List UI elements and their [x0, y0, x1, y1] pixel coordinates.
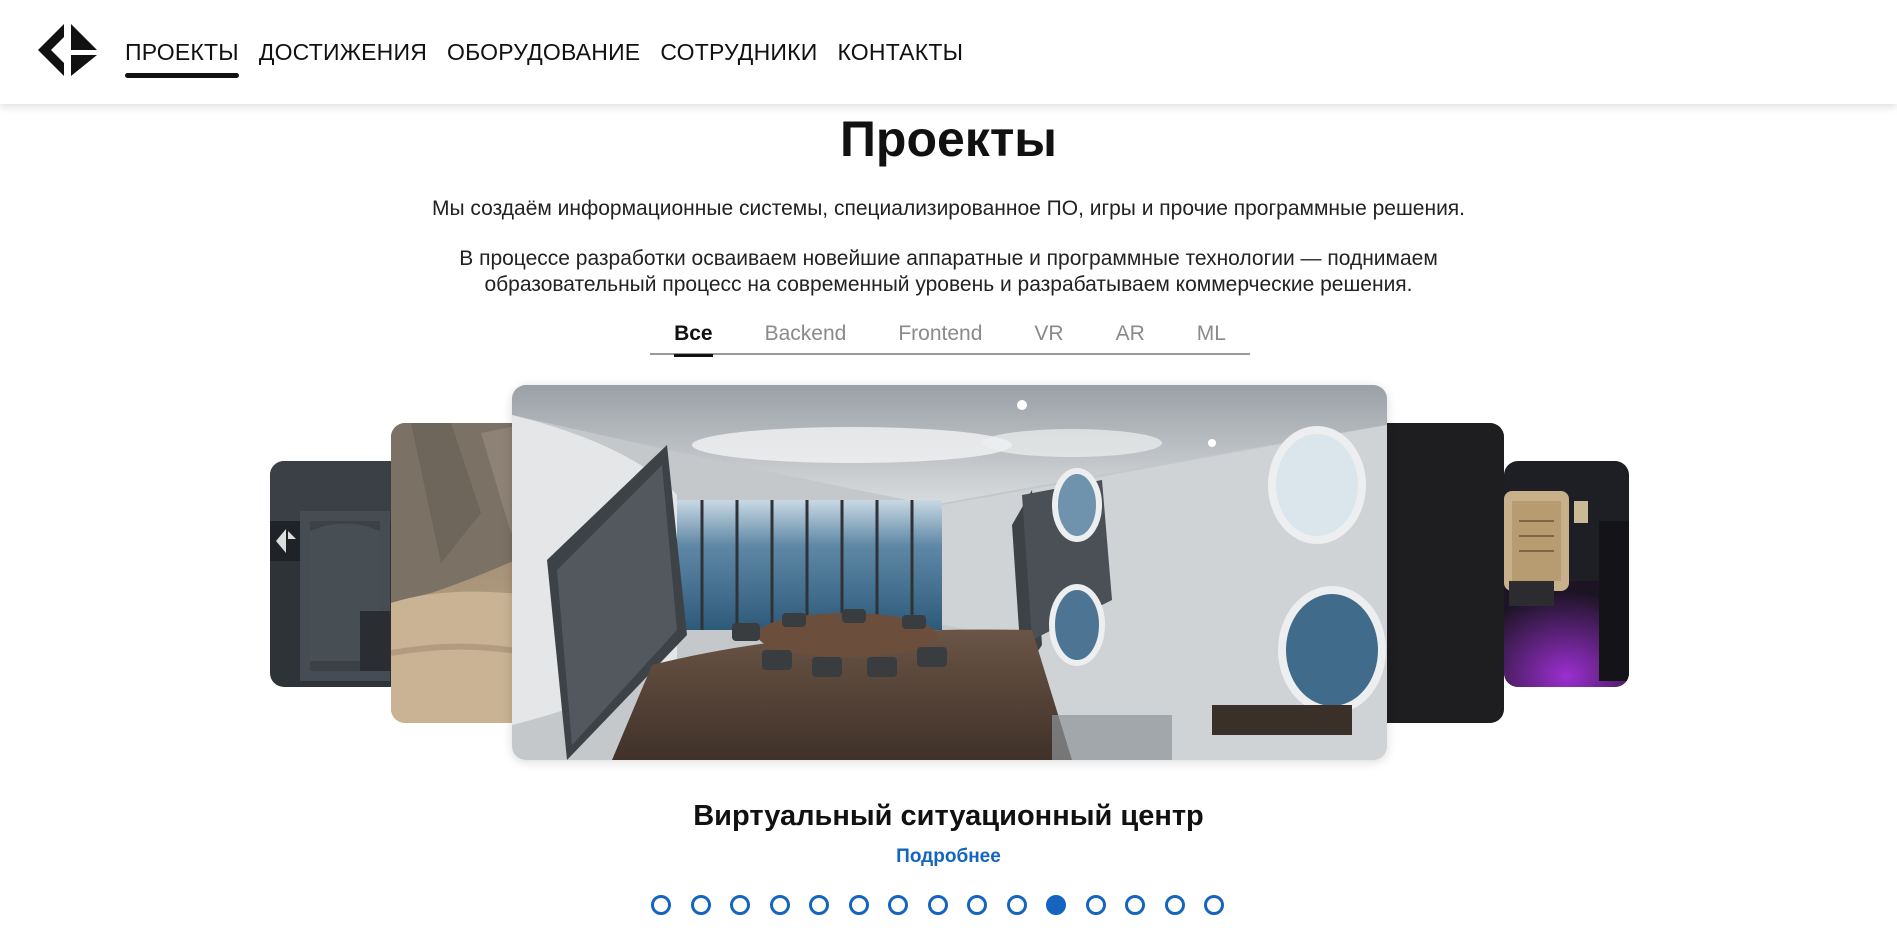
nav-item-contacts[interactable]: КОНТАКТЫ [837, 0, 963, 104]
main-nav: ПРОЕКТЫ ДОСТИЖЕНИЯ ОБОРУДОВАНИЕ СОТРУДНИ… [125, 0, 983, 104]
carousel-dot[interactable] [730, 895, 750, 915]
carousel-dot[interactable] [769, 895, 790, 915]
logo-icon[interactable] [38, 20, 100, 80]
filter-tab-ar[interactable]: AR [1116, 318, 1145, 355]
nav-item-equipment[interactable]: ОБОРУДОВАНИЕ [447, 0, 640, 104]
carousel-pagination [651, 895, 1244, 915]
carousel-dot[interactable] [967, 895, 987, 915]
carousel-slide-next-2[interactable] [1504, 461, 1629, 687]
filter-tab-all[interactable]: Все [674, 318, 713, 357]
carousel-dot[interactable] [809, 895, 829, 915]
intro-paragraph-2: В процессе разработки осваиваем новейшие… [0, 246, 1897, 298]
carousel-dot[interactable] [1125, 895, 1145, 915]
carousel-dot[interactable] [651, 895, 671, 915]
intro-paragraph: Мы создаём информационные системы, специ… [432, 197, 1465, 220]
carousel-dot[interactable] [1046, 895, 1066, 915]
more-details-link[interactable]: Подробнее [0, 846, 1897, 868]
carousel-slide-current[interactable] [512, 385, 1387, 760]
category-filter-tabs: Все Backend Frontend VR AR ML [650, 318, 1250, 357]
filter-tab-backend[interactable]: Backend [765, 318, 847, 355]
intro-paragraph-2-line-1: В процессе разработки осваиваем новейшие… [459, 247, 1438, 270]
project-thumbnail [512, 385, 1387, 760]
carousel-dot[interactable] [1204, 895, 1224, 915]
filter-tab-frontend[interactable]: Frontend [898, 318, 982, 355]
page-title: Проекты [839, 111, 1058, 167]
intro-paragraph-2-line-2: образовательный процесс на современный у… [484, 273, 1413, 296]
filter-tab-vr[interactable]: VR [1034, 318, 1063, 355]
projects-carousel [0, 380, 1897, 760]
project-title: Виртуальный ситуационный центр [693, 800, 1204, 832]
carousel-dot[interactable] [690, 895, 711, 915]
carousel-dot[interactable] [1085, 895, 1106, 915]
carousel-dot[interactable] [888, 895, 908, 915]
carousel-dot[interactable] [1164, 895, 1185, 915]
nav-item-staff[interactable]: СОТРУДНИКИ [660, 0, 817, 104]
carousel-dot[interactable] [1006, 895, 1027, 915]
filter-tab-ml[interactable]: ML [1197, 318, 1226, 355]
nav-item-achievements[interactable]: ДОСТИЖЕНИЯ [259, 0, 427, 104]
site-header: ПРОЕКТЫ ДОСТИЖЕНИЯ ОБОРУДОВАНИЕ СОТРУДНИ… [0, 0, 1897, 104]
nav-item-projects[interactable]: ПРОЕКТЫ [125, 0, 239, 104]
carousel-dot[interactable] [848, 895, 869, 915]
carousel-dot[interactable] [927, 895, 948, 915]
project-thumbnail [1504, 461, 1629, 687]
